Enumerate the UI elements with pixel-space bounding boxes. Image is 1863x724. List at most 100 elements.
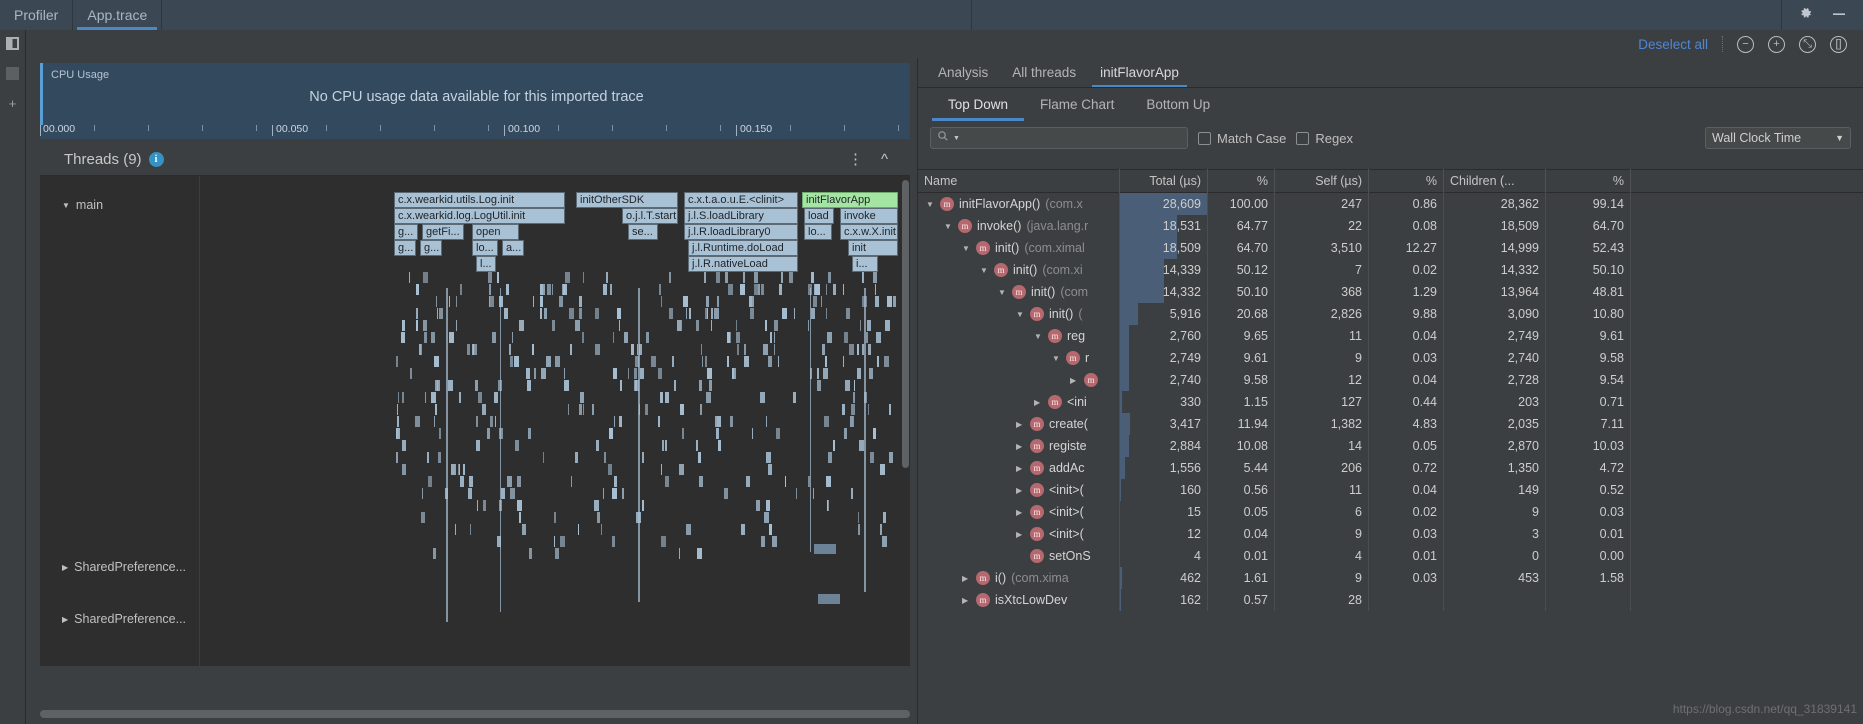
flame-frame[interactable] — [826, 308, 827, 319]
flame-frame[interactable] — [793, 392, 796, 403]
flame-frame[interactable] — [866, 332, 868, 343]
flame-frame[interactable] — [811, 272, 814, 283]
zoom-to-selection-icon[interactable]: [] — [1830, 35, 1847, 53]
flame-frame[interactable] — [517, 476, 521, 487]
flame-frame[interactable] — [487, 428, 490, 439]
top-down-table[interactable]: Name Total (µs) % Self (µs) % Children (… — [918, 169, 1863, 724]
flame-frame[interactable] — [546, 356, 551, 367]
thread-row-main[interactable]: ▼ main — [40, 198, 199, 212]
flame-frame[interactable] — [565, 272, 570, 283]
chevron-down-icon[interactable]: ▼ — [1016, 310, 1025, 319]
flame-frame[interactable] — [509, 344, 511, 355]
flame-frame[interactable] — [483, 500, 486, 511]
row-name-cell[interactable]: ▶ m create( — [918, 413, 1120, 435]
table-row[interactable]: ▼ m invoke() (java.lang.r 18,531 64.77 22 0.08 1… — [918, 215, 1863, 237]
deselect-all-button[interactable]: Deselect all — [1638, 37, 1708, 52]
add-icon[interactable]: + — [6, 96, 20, 111]
flame-frame[interactable] — [686, 524, 691, 535]
flame-chart-track[interactable]: c.x.wearkid.utils.Log.init c.x.wearkid.lo… — [200, 176, 910, 666]
flame-frame[interactable] — [661, 464, 662, 475]
flame-frame[interactable] — [571, 476, 572, 487]
flame-frame[interactable] — [492, 332, 496, 343]
flame-frame-8[interactable]: a... — [502, 240, 524, 256]
flame-frame[interactable] — [699, 476, 703, 487]
flame-frame-2[interactable]: g... — [394, 224, 418, 240]
chevron-down-icon[interactable]: ▼ — [980, 266, 989, 275]
flame-frame[interactable] — [555, 356, 560, 367]
flame-frame[interactable] — [682, 428, 684, 439]
flame-frame[interactable] — [669, 308, 673, 319]
flame-frame[interactable] — [489, 284, 491, 295]
flame-frame[interactable] — [614, 476, 617, 487]
flame-frame[interactable] — [746, 476, 750, 487]
row-name-cell[interactable]: ▼ m invoke() (java.lang.r — [918, 215, 1120, 237]
flame-frame[interactable] — [769, 524, 772, 535]
flame-frame[interactable] — [460, 284, 462, 295]
flame-frame[interactable] — [743, 272, 745, 283]
row-name-cell[interactable]: ▼ m init() (com.ximal — [918, 237, 1120, 259]
flame-frame[interactable] — [776, 428, 780, 439]
flame-frame[interactable] — [844, 428, 847, 439]
zoom-out-icon[interactable]: − — [1737, 35, 1754, 53]
match-case-box[interactable] — [1198, 131, 1211, 145]
flame-frame[interactable] — [402, 392, 404, 403]
flame-frame-0[interactable]: c.x.wearkid.utils.Log.init — [394, 192, 565, 208]
flame-frame[interactable] — [698, 452, 701, 463]
tab-initflavorapp[interactable]: initFlavorApp — [1088, 58, 1191, 87]
flame-frame[interactable] — [547, 284, 551, 295]
flame-frame[interactable] — [868, 344, 871, 355]
flame-frame[interactable] — [519, 512, 521, 523]
flame-frame[interactable] — [622, 488, 624, 499]
flame-frame[interactable] — [527, 380, 531, 391]
flame-frame[interactable] — [495, 416, 496, 427]
flame-frame[interactable] — [497, 272, 499, 283]
stop-icon[interactable] — [6, 66, 20, 80]
flame-frame[interactable] — [651, 356, 656, 367]
flame-frame[interactable] — [826, 284, 827, 295]
flame-frame[interactable] — [638, 288, 640, 602]
flame-frame[interactable] — [504, 308, 508, 319]
chevron-right-icon[interactable]: ▶ — [1016, 530, 1025, 539]
flame-frame[interactable] — [774, 344, 775, 355]
flame-frame[interactable] — [510, 356, 513, 367]
flame-frame[interactable] — [613, 332, 614, 343]
flame-frame[interactable] — [580, 392, 584, 403]
table-row[interactable]: ▼ m initFlavorApp() (com.x 28,609 100.00 247 0.… — [918, 193, 1863, 215]
flame-frame[interactable] — [763, 344, 768, 355]
flame-frame-6[interactable]: g... — [420, 240, 442, 256]
flame-frame[interactable] — [612, 488, 617, 499]
flame-frame[interactable] — [569, 308, 574, 319]
flame-frame[interactable] — [842, 404, 845, 415]
flame-frame[interactable] — [560, 536, 565, 547]
flame-frame[interactable] — [882, 536, 887, 547]
chevron-right-icon[interactable]: ▶ — [1034, 398, 1043, 407]
tab-app-trace[interactable]: App.trace — [73, 0, 163, 30]
collapsed-thread-strip-1[interactable] — [818, 594, 840, 604]
flame-frame[interactable] — [449, 332, 454, 343]
flame-frame[interactable] — [490, 416, 493, 427]
flame-frame[interactable] — [715, 416, 717, 427]
flame-frame[interactable] — [778, 356, 779, 367]
match-case-checkbox[interactable]: Match Case — [1198, 131, 1286, 146]
flame-frame[interactable] — [604, 452, 606, 463]
flame-frame[interactable] — [813, 296, 817, 307]
flame-frame[interactable] — [811, 308, 815, 319]
flame-frame[interactable] — [889, 452, 893, 463]
flame-frame[interactable] — [833, 284, 836, 295]
table-row[interactable]: ▶ m addAc 1,556 5.44 206 0.72 1,350 4.72 — [918, 457, 1863, 479]
flame-frame[interactable] — [857, 344, 859, 355]
row-name-cell[interactable]: ▼ m init() (com.xi — [918, 259, 1120, 281]
flame-frame[interactable] — [880, 524, 882, 535]
flame-frame[interactable] — [858, 524, 860, 535]
flame-frame[interactable] — [507, 476, 512, 487]
flame-frame[interactable] — [434, 356, 439, 367]
flame-frame[interactable] — [434, 416, 435, 427]
flame-frame[interactable] — [583, 404, 584, 415]
flame-frame[interactable] — [761, 536, 765, 547]
flame-frame[interactable] — [460, 476, 464, 487]
table-row[interactable]: m setOnS 4 0.01 4 0.01 0 0.00 — [918, 545, 1863, 567]
flame-frame-1[interactable]: c.x.wearkid.log.LogUtil.init — [394, 208, 565, 224]
flame-frame[interactable] — [681, 320, 682, 331]
flame-frame[interactable] — [603, 488, 604, 499]
flame-frame[interactable] — [728, 284, 733, 295]
